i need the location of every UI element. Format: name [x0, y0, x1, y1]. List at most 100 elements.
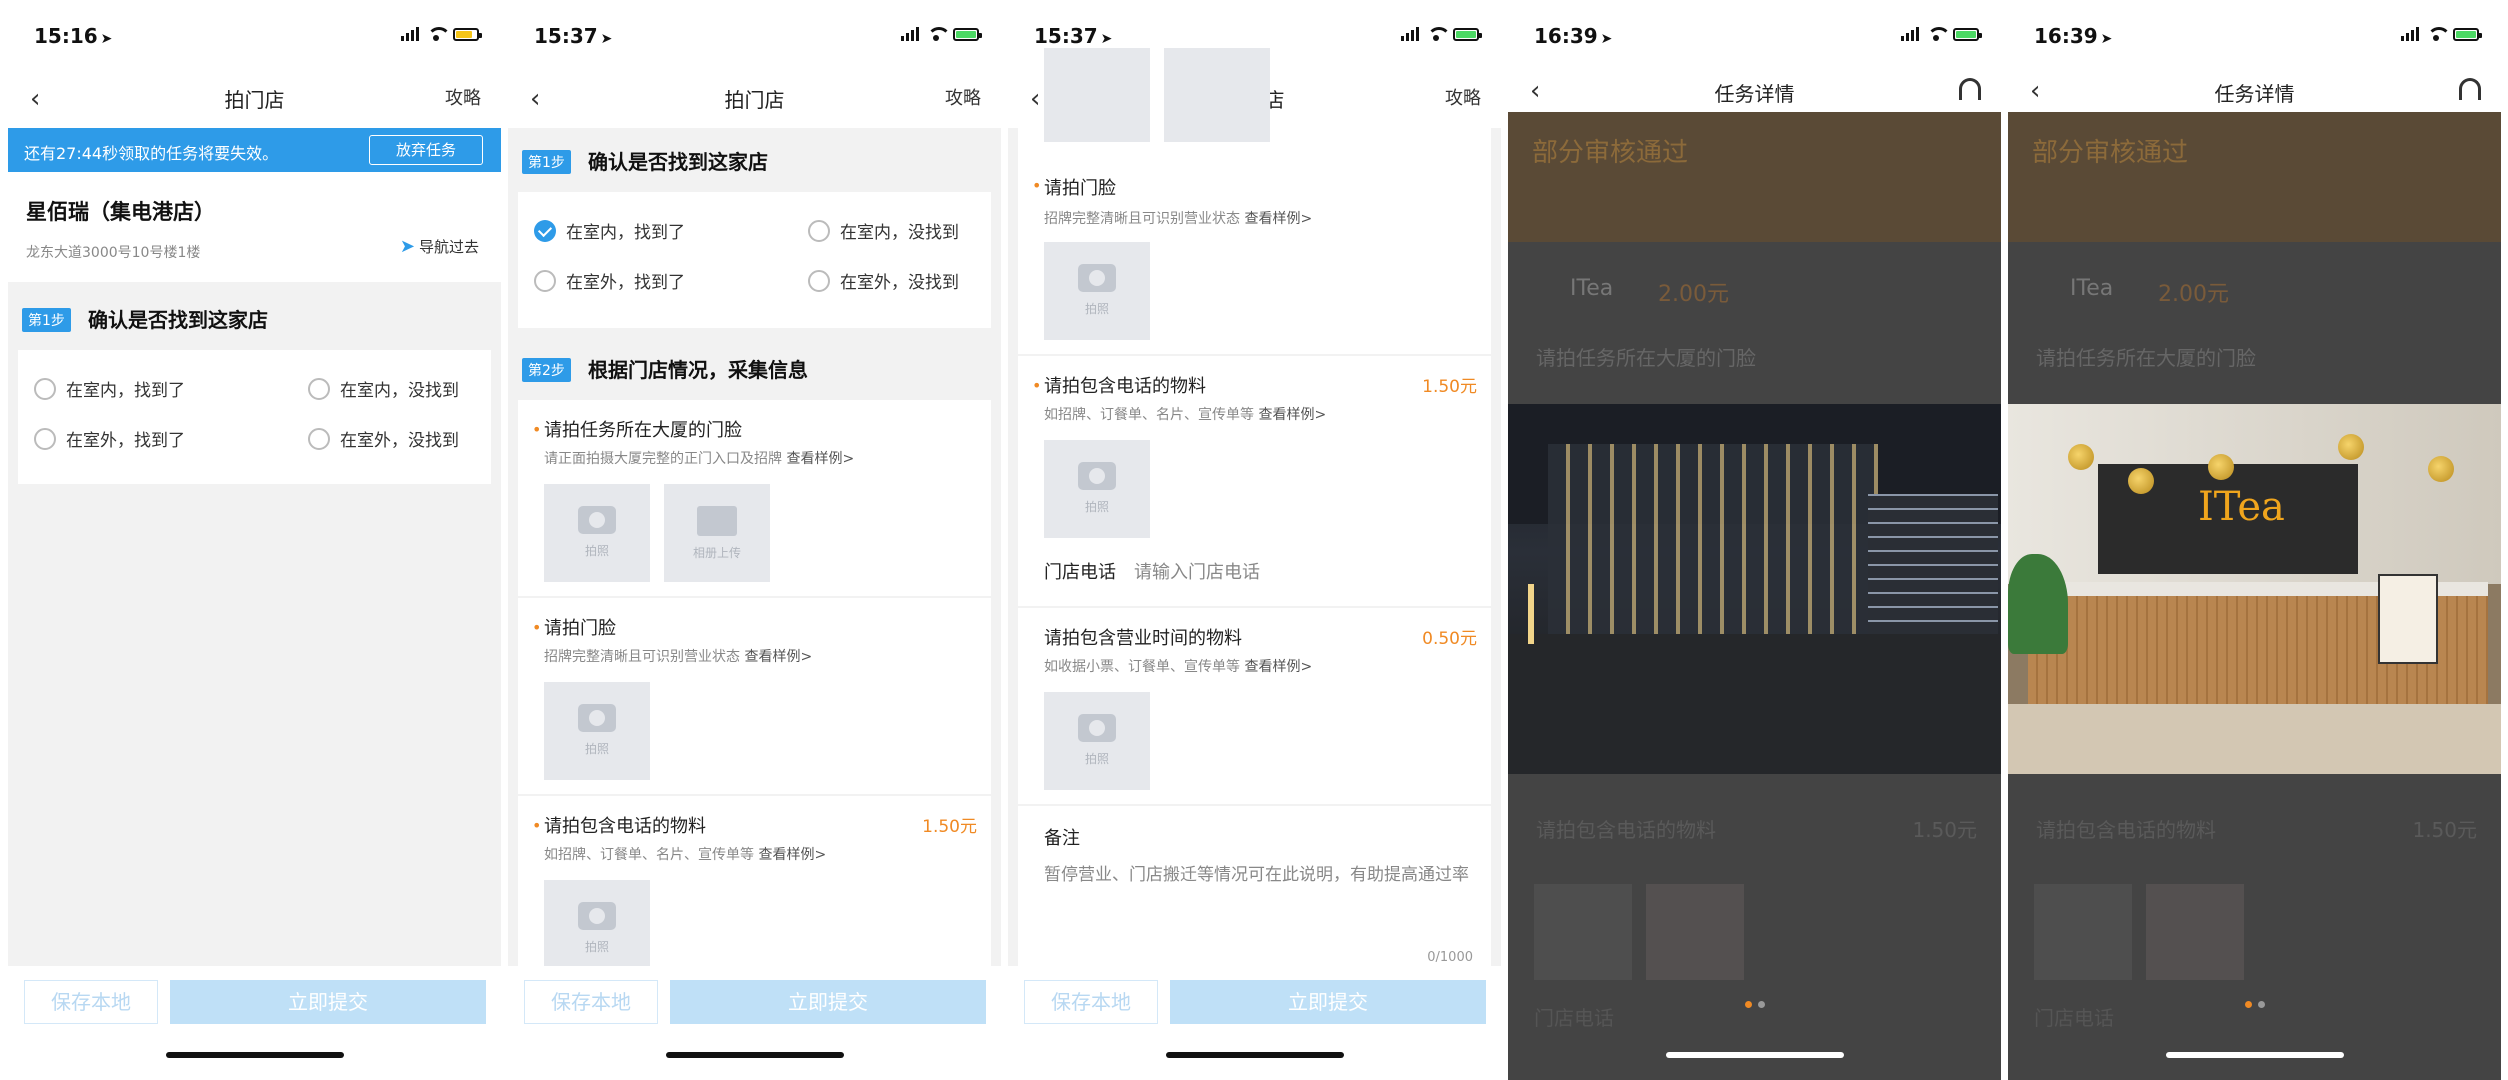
step-title: 根据门店情况，采集信息: [588, 358, 808, 382]
battery-icon: [1453, 27, 1482, 41]
example-link[interactable]: 查看样例>: [1244, 659, 1312, 675]
guide-link[interactable]: 攻略: [445, 84, 481, 110]
radio-icon: [308, 427, 330, 450]
save-local-button[interactable]: 保存本地: [524, 980, 658, 1024]
page-dot-active: [1744, 1001, 1752, 1008]
task-title: 请拍包含营业时间的物料: [1044, 628, 1242, 649]
option-indoor-found[interactable]: 在室内，找到了: [34, 376, 185, 401]
option-label: 在室内，找到了: [566, 223, 685, 243]
char-counter: 0/1000: [1427, 950, 1473, 965]
step-tag: 第1步: [22, 308, 71, 332]
example-link[interactable]: 查看样例>: [1258, 407, 1326, 423]
example-link[interactable]: 查看样例>: [744, 649, 812, 665]
required-dot: •: [532, 618, 542, 637]
navigate-button[interactable]: ➤ 导航过去: [400, 236, 479, 257]
save-local-button[interactable]: 保存本地: [1024, 980, 1158, 1024]
guide-link[interactable]: 攻略: [945, 84, 981, 110]
photo-preview-building[interactable]: [1508, 404, 2001, 774]
option-indoor-found[interactable]: 在室内，找到了: [534, 218, 685, 243]
take-photo-button[interactable]: 拍照: [544, 484, 650, 582]
camera-icon: [578, 506, 616, 534]
page-title: 拍门店: [724, 88, 785, 112]
street-light: [1528, 584, 1534, 644]
page-dot: [2257, 1001, 2265, 1008]
task-desc-text: 请正面拍摄大厦完整的正门入口及招牌: [544, 451, 782, 467]
status-bar: 15:37 ➤: [508, 0, 1001, 70]
take-photo-button[interactable]: 拍照: [1044, 242, 1150, 340]
phone-input[interactable]: 请输入门店电话: [1134, 562, 1260, 583]
photo-thumb[interactable]: [2146, 884, 2244, 980]
submit-button[interactable]: 立即提交: [170, 980, 486, 1024]
example-link[interactable]: 查看样例>: [758, 847, 826, 863]
customer-service-icon[interactable]: [1959, 78, 1981, 100]
radio-icon: [308, 377, 330, 400]
task-price: 0.50元: [1422, 629, 1477, 649]
option-indoor-notfound[interactable]: 在室内，没找到: [308, 376, 459, 401]
task-desc-text: 如招牌、订餐单、名片、宣传单等: [544, 847, 754, 863]
example-link[interactable]: 查看样例>: [786, 451, 854, 467]
option-indoor-notfound[interactable]: 在室内，没找到: [808, 218, 959, 243]
task-desc: 请正面拍摄大厦完整的正门入口及招牌 查看样例>: [544, 448, 854, 468]
album-upload-button[interactable]: 相册上传: [664, 484, 770, 582]
signal-icon: [1401, 27, 1419, 41]
option-outdoor-found[interactable]: 在室外，找到了: [534, 268, 685, 293]
image-icon: [697, 506, 737, 536]
section-title: 请拍任务所在大厦的门脸: [1536, 346, 1756, 370]
battery-icon: [2453, 27, 2482, 41]
photo-thumb[interactable]: [1044, 48, 1150, 142]
photo-preview-storefront[interactable]: ITea: [2008, 404, 2501, 774]
footer-bar: 保存本地 立即提交: [508, 966, 1001, 1080]
status-time: 16:39: [1534, 24, 1598, 48]
phone-section-title: 请拍包含电话的物料: [2036, 818, 2216, 842]
step-title: 确认是否找到这家店: [588, 150, 768, 174]
take-photo-button[interactable]: 拍照: [1044, 440, 1150, 538]
save-local-button[interactable]: 保存本地: [24, 980, 158, 1024]
battery-icon: [953, 27, 982, 41]
navigation-icon: ➤: [399, 236, 415, 257]
task-desc: 如收据小票、订餐单、宣传单等 查看样例>: [1044, 656, 1312, 676]
photo-caption: 拍照: [584, 544, 609, 558]
signal-icon: [1901, 27, 1919, 41]
photo-thumb[interactable]: [1646, 884, 1744, 980]
give-up-button[interactable]: 放弃任务: [369, 135, 483, 165]
wifi-icon: [2427, 27, 2451, 41]
photo-thumb[interactable]: [1534, 884, 1632, 980]
example-link[interactable]: 查看样例>: [1244, 211, 1312, 227]
guide-link[interactable]: 攻略: [1445, 84, 1481, 110]
store-address: 龙东大道3000号10号楼1楼: [26, 245, 201, 261]
photo-thumb[interactable]: [1164, 48, 1270, 142]
take-photo-button[interactable]: 拍照: [1044, 692, 1150, 790]
photo-thumb[interactable]: [2034, 884, 2132, 980]
nav-bar: ‹ 拍门店 攻略: [8, 70, 501, 128]
option-label: 在室内，没找到: [840, 223, 959, 243]
detail-store: ITea: [2070, 276, 2114, 301]
screen-1: 15:16 ➤ ‹ 拍门店 攻略 还有27:44秒领取的任务将要失效。 放弃任务 …: [8, 0, 501, 1080]
nav-bar: ‹ 任务详情: [1508, 70, 2001, 112]
page-title: 任务详情: [1714, 82, 1795, 106]
screen-3: 15:37➤ ‹ 拍门店 攻略 • 请拍门脸 招牌完整清晰且可识别营业状态 查看…: [1008, 0, 1501, 1080]
page-indicator: [1508, 993, 2001, 1012]
take-photo-button[interactable]: 拍照: [544, 880, 650, 978]
phone-field[interactable]: 门店电话 请输入门店电话: [1044, 558, 1260, 584]
battery-icon: [453, 27, 482, 41]
submit-button[interactable]: 立即提交: [1170, 980, 1486, 1024]
remark-textarea[interactable]: 暂停营业、门店搬迁等情况可在此说明，有助提高通过率: [1044, 862, 1471, 888]
menu-stand: [2378, 574, 2438, 664]
option-outdoor-notfound[interactable]: 在室外，没找到: [308, 426, 459, 451]
submit-button[interactable]: 立即提交: [670, 980, 986, 1024]
expire-banner: 还有27:44秒领取的任务将要失效。 放弃任务: [8, 128, 501, 172]
required-dot: •: [1032, 376, 1042, 395]
task-title: 请拍门脸: [544, 618, 616, 639]
location-icon: ➤: [600, 31, 613, 47]
task-hours-material: 请拍包含营业时间的物料 0.50元 如收据小票、订餐单、宣传单等 查看样例> 拍…: [1018, 608, 1491, 804]
photo-caption: 拍照: [1084, 302, 1109, 316]
task-price: 1.50元: [922, 817, 977, 837]
option-outdoor-notfound[interactable]: 在室外，没找到: [808, 268, 959, 293]
task-title: 请拍包含电话的物料: [544, 816, 706, 837]
option-outdoor-found[interactable]: 在室外，找到了: [34, 426, 185, 451]
required-dot: •: [532, 420, 542, 439]
customer-service-icon[interactable]: [2459, 78, 2481, 100]
plant: [2008, 554, 2068, 654]
phone-section-price: 1.50元: [1912, 818, 1977, 842]
take-photo-button[interactable]: 拍照: [544, 682, 650, 780]
